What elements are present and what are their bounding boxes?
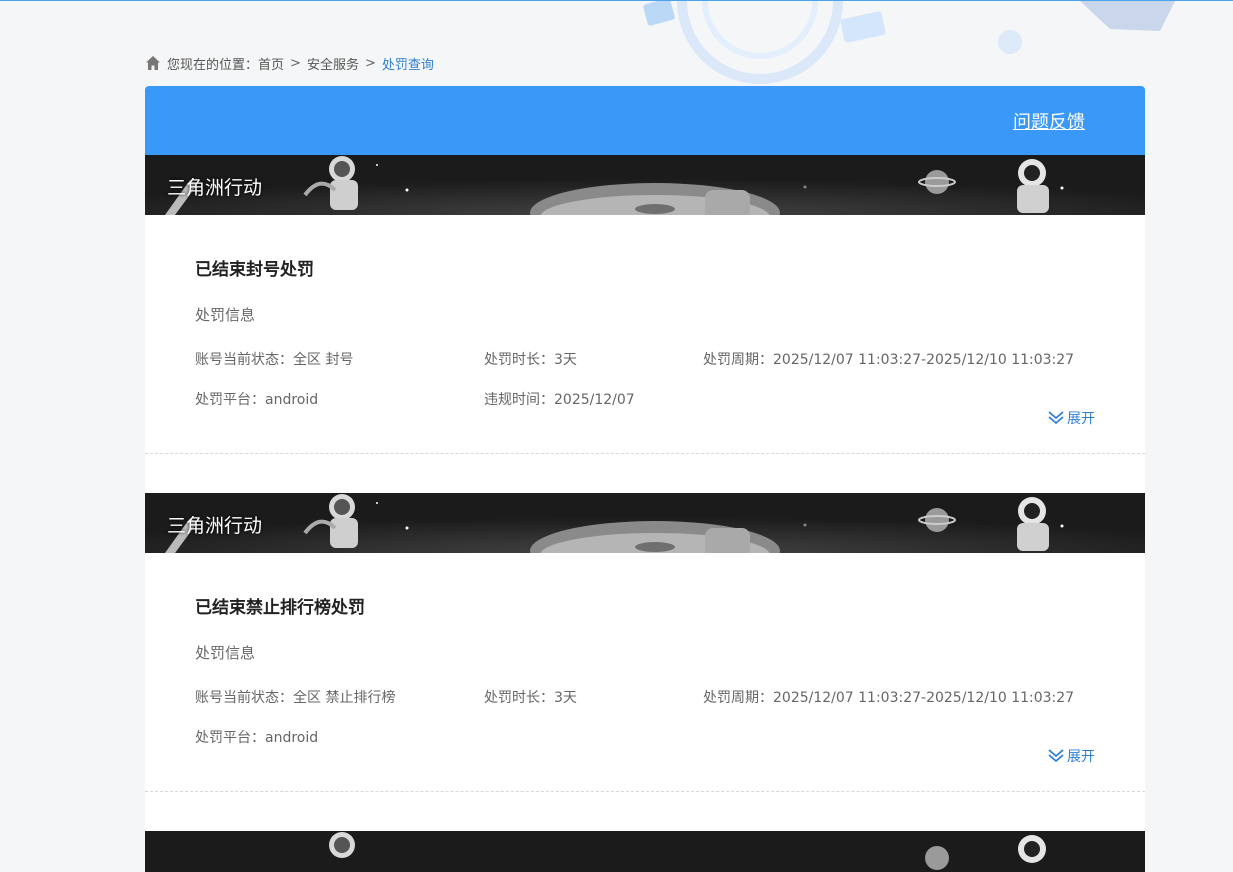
penalty-period: 处罚周期：2025/12/07 11:03:27-2025/12/10 11:0…	[703, 690, 1075, 706]
game-banner-art-icon	[145, 831, 1145, 872]
account-status: 账号当前状态：全区 封号	[195, 352, 354, 368]
penalty-period: 处罚周期：2025/12/07 11:03:27-2025/12/10 11:0…	[703, 352, 1075, 368]
expand-label: 展开	[1067, 411, 1095, 427]
penalty-card	[145, 831, 1145, 872]
penalty-title: 已结束封号处罚	[195, 260, 314, 280]
home-icon	[146, 56, 160, 70]
account-status: 账号当前状态：全区 禁止排行榜	[195, 690, 396, 706]
penalty-title: 已结束禁止排行榜处罚	[195, 598, 365, 618]
game-name: 三角洲行动	[167, 515, 263, 537]
game-banner: 三角洲行动	[145, 155, 1145, 215]
game-banner-art-icon	[145, 493, 1145, 553]
breadcrumb-prefix: 您现在的位置：	[167, 57, 259, 73]
panel-header: 问题反馈	[145, 86, 1145, 155]
penalty-duration: 处罚时长：3天	[484, 352, 577, 368]
expand-label: 展开	[1067, 749, 1095, 765]
penalty-info-heading: 处罚信息	[195, 644, 256, 662]
penalty-duration: 处罚时长：3天	[484, 690, 577, 706]
game-banner	[145, 831, 1145, 872]
feedback-link[interactable]: 问题反馈	[1013, 108, 1085, 134]
breadcrumb-current: 处罚查询	[381, 57, 434, 73]
penalty-info-heading: 处罚信息	[195, 306, 256, 324]
penalty-card: 三角洲行动 已结束封号处罚 处罚信息 账号当前状态：全区 封号 处罚时长：3天 …	[145, 155, 1145, 454]
penalty-platform: 处罚平台：android	[195, 730, 319, 746]
expand-button[interactable]: 展开	[1048, 408, 1095, 428]
game-banner: 三角洲行动	[145, 493, 1145, 553]
double-chevron-down-icon	[1048, 749, 1064, 763]
violation-time: 违规时间：2025/12/07	[484, 392, 635, 408]
breadcrumb-home-link[interactable]: 首页	[258, 54, 284, 73]
double-chevron-down-icon	[1048, 411, 1064, 425]
game-name: 三角洲行动	[167, 177, 263, 199]
breadcrumb-separator: >	[290, 55, 301, 71]
game-banner-art-icon	[145, 155, 1145, 215]
breadcrumb-separator: >	[364, 55, 376, 71]
penalty-card: 三角洲行动 已结束禁止排行榜处罚 处罚信息 账号当前状态：全区 禁止排行榜 处罚…	[145, 493, 1145, 792]
breadcrumb: 您现在的位置： 首页 > 安全服务 > 处罚查询	[145, 53, 434, 73]
penalty-panel: 问题反馈 三角洲行动 已结束封号处罚 处罚信息 账号当前状态：全区 封号 处罚时…	[145, 86, 1145, 872]
expand-button[interactable]: 展开	[1048, 746, 1095, 766]
penalty-platform: 处罚平台：android	[195, 392, 319, 408]
breadcrumb-section-link[interactable]: 安全服务	[307, 54, 359, 73]
